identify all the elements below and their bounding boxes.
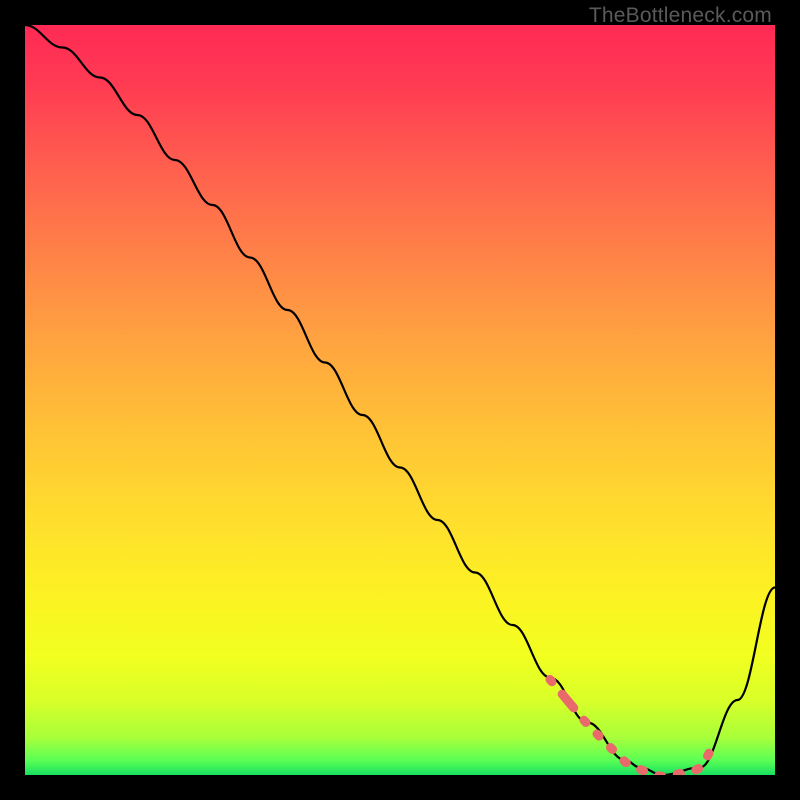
outer-frame: TheBottleneck.com	[0, 0, 800, 800]
optimal-zone-dashes	[550, 680, 715, 776]
plot-area	[25, 25, 775, 775]
chart-svg	[25, 25, 775, 775]
bottleneck-curve	[25, 25, 775, 775]
